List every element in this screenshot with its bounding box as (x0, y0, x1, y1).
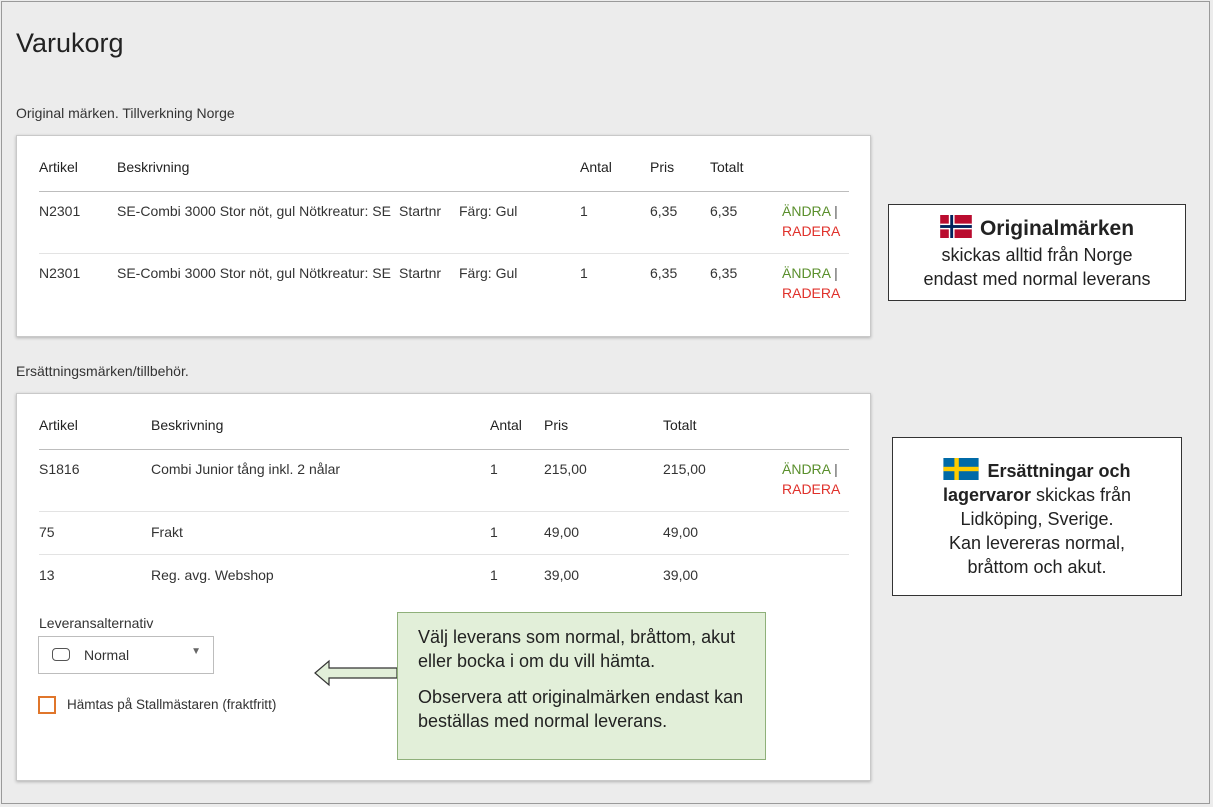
row-article: N2301 (39, 265, 81, 281)
row-price: 6,35 (650, 265, 678, 281)
row-divider (39, 253, 849, 254)
delete-link[interactable]: RADERA (782, 223, 840, 239)
link-separator: | (834, 203, 838, 219)
norway-flag-icon (940, 215, 972, 238)
header-qty: Antal (490, 417, 522, 433)
row-price: 49,00 (544, 524, 580, 540)
page-title: Varukorg (16, 28, 124, 58)
section-title-replacement: Ersättningsmärken/tillbehör. (16, 363, 189, 379)
callout-text-1: Välj leverans som normal, bråttom, akut … (418, 627, 736, 671)
edit-link[interactable]: ÄNDRA (782, 461, 830, 477)
header-price: Pris (650, 159, 675, 175)
row-divider (39, 511, 849, 512)
row-article: 75 (39, 524, 55, 540)
row-total: 215,00 (663, 461, 706, 477)
row-qty: 1 (580, 203, 588, 219)
left-arrow-icon (314, 659, 398, 687)
option-icon (52, 648, 70, 661)
row-price: 6,35 (650, 203, 678, 219)
chevron-down-icon: ▼ (191, 646, 201, 657)
header-total: Totalt (710, 159, 744, 175)
callout-text-2: Observera att originalmärken endast kan … (418, 687, 744, 731)
header-divider (39, 191, 849, 192)
row-qty: 1 (580, 265, 588, 281)
sweden-note-line2: Lidköping, Sverige. (960, 509, 1114, 529)
row-article: 13 (39, 567, 55, 583)
row-article: N2301 (39, 203, 81, 219)
row-total: 49,00 (663, 524, 699, 540)
header-price: Pris (544, 417, 569, 433)
row-price: 215,00 (544, 461, 587, 477)
row-qty: 1 (490, 461, 498, 477)
row-description: Combi Junior tång inkl. 2 nålar (151, 461, 341, 477)
norway-note-title: Originalmärken (979, 217, 1135, 240)
sweden-note-text: skickas från (1031, 485, 1132, 505)
edit-link[interactable]: ÄNDRA (782, 203, 830, 219)
row-total: 39,00 (663, 567, 699, 583)
header-article: Artikel (39, 417, 78, 433)
header-total: Totalt (663, 417, 697, 433)
edit-link[interactable]: ÄNDRA (782, 265, 830, 281)
section-title-original: Original märken. Tillverkning Norge (16, 105, 235, 121)
delete-link[interactable]: RADERA (782, 285, 840, 301)
norway-note-line2: endast med normal leverans (923, 269, 1151, 289)
row-option-startnr: Startnr (399, 265, 442, 281)
delivery-select-value: Normal (84, 647, 130, 663)
sweden-note-title-2: lagervaror (942, 485, 1032, 505)
row-description: SE-Combi 3000 Stor nöt, gul Nötkreatur: … (117, 265, 391, 281)
row-qty: 1 (490, 567, 498, 583)
row-total: 6,35 (710, 265, 738, 281)
row-option-color: Färg: Gul (459, 203, 518, 219)
link-separator: | (834, 461, 838, 477)
row-price: 39,00 (544, 567, 580, 583)
norway-note-line1: skickas alltid från Norge (941, 245, 1133, 265)
row-option-color: Färg: Gul (459, 265, 518, 281)
pickup-checkbox[interactable] (38, 696, 56, 714)
header-divider (39, 449, 849, 450)
row-total: 6,35 (710, 203, 738, 219)
header-description: Beskrivning (151, 417, 224, 433)
header-qty: Antal (580, 159, 612, 175)
row-description: Reg. avg. Webshop (151, 567, 274, 583)
row-qty: 1 (490, 524, 498, 540)
row-description: Frakt (151, 524, 183, 540)
sweden-note-line3: Kan levereras normal, (948, 533, 1126, 553)
original-cart-card: Artikel Beskrivning Antal Pris Totalt N2… (16, 135, 871, 337)
row-article: S1816 (39, 461, 80, 477)
delivery-callout: Välj leverans som normal, bråttom, akut … (397, 612, 766, 760)
header-description: Beskrivning (117, 159, 190, 175)
header-article: Artikel (39, 159, 78, 175)
delivery-label: Leveransalternativ (39, 615, 154, 631)
delivery-select[interactable]: Normal ▼ (38, 636, 214, 674)
sweden-note-line4: bråttom och akut. (967, 557, 1107, 577)
sweden-note-title: Ersättningar och (987, 461, 1131, 481)
row-divider (39, 554, 849, 555)
link-separator: | (834, 265, 838, 281)
delete-link[interactable]: RADERA (782, 481, 840, 497)
sweden-info-note: Ersättningar och lagervaror skickas från… (892, 437, 1182, 596)
norway-info-note: Originalmärken skickas alltid från Norge… (888, 204, 1186, 301)
row-option-startnr: Startnr (399, 203, 442, 219)
pickup-label[interactable]: Hämtas på Stallmästaren (fraktfritt) (67, 697, 276, 712)
sweden-flag-icon (943, 458, 980, 480)
row-description: SE-Combi 3000 Stor nöt, gul Nötkreatur: … (117, 203, 391, 219)
